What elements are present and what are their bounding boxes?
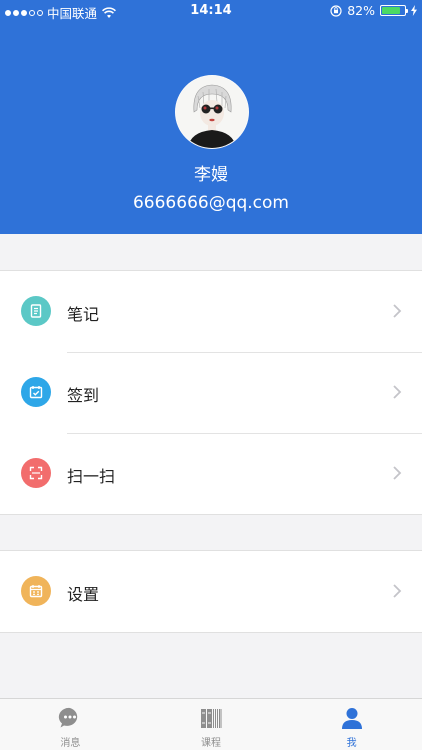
battery-percent: 82% [347,3,375,18]
menu-item-checkin[interactable]: 签到 [0,352,422,433]
books-icon [201,709,222,728]
orientation-lock-icon [330,4,342,17]
profile-header: 中国联通 14:14 82% 李嫚 6666666@qq.com [0,0,422,234]
menu-item-label: 笔记 [67,305,100,324]
message-icon [59,707,78,728]
menu-item-label: 扫一扫 [67,467,116,486]
tab-label: 课程 [201,738,221,749]
scan-icon [21,458,51,488]
tab-label: 消息 [60,738,81,749]
status-bar: 中国联通 14:14 82% [0,0,422,22]
menu-item-notes[interactable]: 笔记 [0,271,422,352]
tab-bar: 消息 课程 我 [0,698,422,750]
chevron-right-icon [393,385,402,399]
menu-item-label: 签到 [67,386,100,405]
calendar-check-icon [21,377,51,407]
chevron-right-icon [393,466,402,480]
charging-icon [411,5,417,16]
tab-courses[interactable]: 课程 [141,699,282,750]
tab-me[interactable]: 我 [281,699,422,750]
menu-item-settings[interactable]: 设置 [0,551,422,632]
person-icon [341,708,362,729]
chevron-right-icon [393,584,402,598]
menu-item-label: 设置 [67,585,100,604]
user-name: 李嫚 [194,165,228,185]
chevron-right-icon [393,304,402,318]
tab-label: 我 [346,738,357,749]
avatar-illustration [176,76,248,148]
battery-icon [380,5,408,16]
notes-icon [21,296,51,326]
avatar[interactable] [175,75,249,149]
settings-calendar-icon [21,576,51,606]
battery-fill [382,7,400,14]
tab-messages[interactable]: 消息 [0,699,141,750]
settings-group: 设置 [0,550,422,633]
status-right: 82% [330,3,417,18]
user-email: 6666666@qq.com [132,193,289,213]
menu-group: 笔记 签到 扫一扫 [0,270,422,515]
menu-item-scan[interactable]: 扫一扫 [0,433,422,514]
